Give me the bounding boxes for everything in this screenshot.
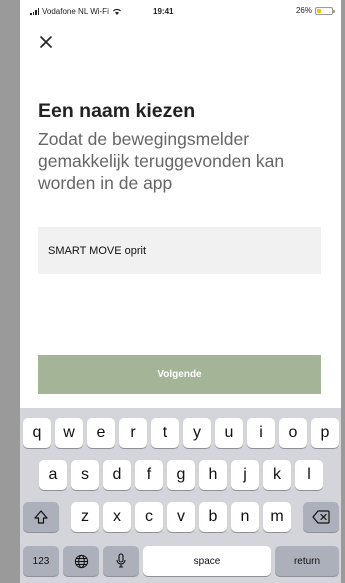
key-x[interactable]: x bbox=[103, 502, 131, 532]
microphone-icon bbox=[116, 553, 126, 568]
shift-key[interactable] bbox=[23, 502, 59, 532]
page-title: Een naam kiezen bbox=[38, 100, 196, 122]
key-d[interactable]: d bbox=[103, 460, 131, 490]
backspace-icon bbox=[312, 510, 330, 524]
globe-icon bbox=[74, 554, 88, 568]
backspace-key[interactable] bbox=[303, 502, 339, 532]
name-input[interactable] bbox=[38, 227, 321, 274]
key-h[interactable]: h bbox=[199, 460, 227, 490]
microphone-key[interactable] bbox=[103, 546, 139, 576]
phone-screen: Vodafone NL Wi-Fi 19:41 26% Een naam kie… bbox=[20, 0, 341, 583]
status-left: Vodafone NL Wi-Fi bbox=[30, 7, 122, 16]
shift-icon bbox=[34, 510, 48, 524]
key-v[interactable]: v bbox=[167, 502, 195, 532]
key-l[interactable]: l bbox=[295, 460, 323, 490]
status-time: 19:41 bbox=[153, 7, 174, 16]
key-b[interactable]: b bbox=[199, 502, 227, 532]
key-p[interactable]: p bbox=[311, 418, 339, 448]
close-icon bbox=[40, 36, 52, 48]
key-e[interactable]: e bbox=[87, 418, 115, 448]
key-j[interactable]: j bbox=[231, 460, 259, 490]
page-subtitle: Zodat de bewegingsmelder gemakkelijk ter… bbox=[38, 129, 285, 193]
key-k[interactable]: k bbox=[263, 460, 291, 490]
close-button[interactable] bbox=[34, 30, 58, 54]
next-button[interactable]: Volgende bbox=[38, 355, 321, 394]
key-q[interactable]: q bbox=[23, 418, 51, 448]
key-s[interactable]: s bbox=[71, 460, 99, 490]
numbers-key[interactable]: 123 bbox=[23, 546, 59, 576]
key-i[interactable]: i bbox=[247, 418, 275, 448]
key-w[interactable]: w bbox=[55, 418, 83, 448]
wifi-icon bbox=[112, 8, 121, 15]
battery-level bbox=[317, 8, 322, 13]
key-f[interactable]: f bbox=[135, 460, 163, 490]
key-o[interactable]: o bbox=[279, 418, 307, 448]
key-r[interactable]: r bbox=[119, 418, 147, 448]
key-a[interactable]: a bbox=[39, 460, 67, 490]
key-m[interactable]: m bbox=[263, 502, 291, 532]
key-u[interactable]: u bbox=[215, 418, 243, 448]
battery-icon bbox=[315, 6, 335, 15]
key-n[interactable]: n bbox=[231, 502, 259, 532]
status-bar: Vodafone NL Wi-Fi 19:41 26% bbox=[20, 0, 341, 22]
key-z[interactable]: z bbox=[71, 502, 99, 532]
return-key[interactable]: return bbox=[275, 546, 339, 576]
key-y[interactable]: y bbox=[183, 418, 211, 448]
keyboard: q w e r t y u i o p a s d f g h j k l z … bbox=[20, 408, 341, 583]
signal-icon bbox=[30, 8, 39, 15]
space-key[interactable]: space bbox=[143, 546, 271, 576]
key-t[interactable]: t bbox=[151, 418, 179, 448]
key-g[interactable]: g bbox=[167, 460, 195, 490]
key-c[interactable]: c bbox=[135, 502, 163, 532]
battery-percent: 26% bbox=[295, 6, 312, 15]
status-right: 26% bbox=[295, 6, 335, 15]
globe-key[interactable] bbox=[63, 546, 99, 576]
carrier-label: Vodafone NL Wi-Fi bbox=[42, 7, 109, 16]
